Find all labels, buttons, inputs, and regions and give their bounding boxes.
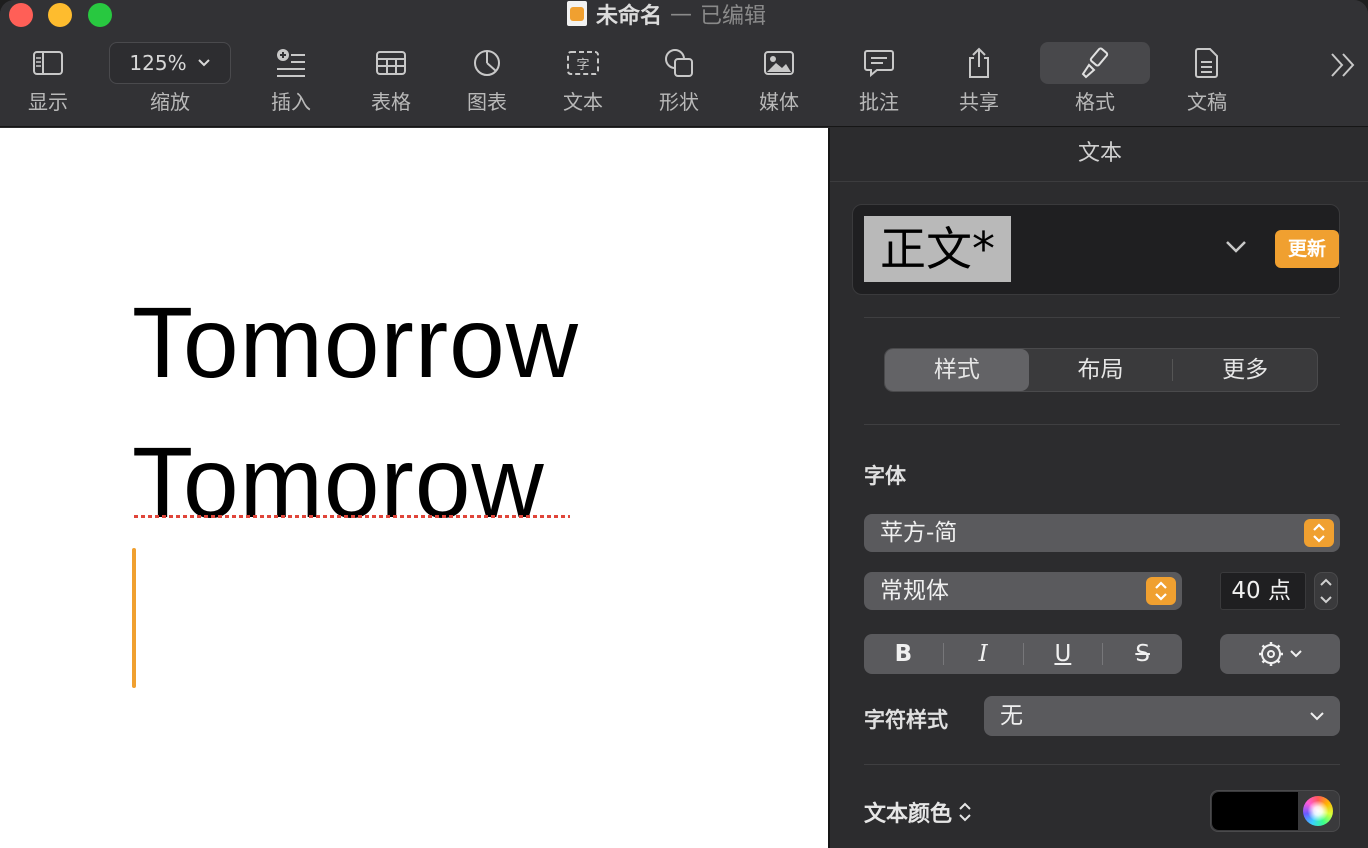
zoom-popup[interactable]: 125% bbox=[109, 42, 231, 84]
toolbar: 未命名 — 已编辑 显示 125% 缩放 插入 表格 图表 字 文本 形状 媒体… bbox=[0, 0, 1368, 127]
shape-label: 形状 bbox=[659, 90, 699, 114]
edited-status: 已编辑 bbox=[700, 4, 767, 29]
chevron-down-icon bbox=[1310, 712, 1324, 721]
chart-label: 图表 bbox=[467, 90, 507, 114]
up-down-chevron-icon bbox=[1146, 577, 1176, 605]
comment-button[interactable]: 批注 bbox=[834, 42, 924, 114]
font-family-popup[interactable]: 苹方-简 bbox=[864, 514, 1340, 552]
up-down-chevron-icon bbox=[1304, 519, 1334, 547]
document-icon bbox=[1194, 42, 1220, 84]
media-label: 媒体 bbox=[759, 90, 799, 114]
document-label: 文稿 bbox=[1187, 90, 1227, 114]
font-section-label: 字体 bbox=[864, 464, 906, 488]
paragraph-style-name: 正文* bbox=[864, 216, 1011, 282]
shape-button[interactable]: 形状 bbox=[634, 42, 724, 114]
divider bbox=[864, 764, 1340, 765]
document-canvas[interactable]: Tomorrow Tomorow bbox=[0, 128, 828, 848]
character-style-popup[interactable]: 无 bbox=[984, 696, 1340, 736]
font-size-field[interactable]: 40 点 bbox=[1220, 572, 1306, 610]
share-label: 共享 bbox=[959, 90, 999, 114]
format-button[interactable]: 格式 bbox=[1040, 42, 1150, 114]
advanced-options-button[interactable] bbox=[1220, 634, 1340, 674]
share-button[interactable]: 共享 bbox=[934, 42, 1024, 114]
shape-icon bbox=[663, 42, 695, 84]
sidebar-icon bbox=[32, 42, 64, 84]
chevron-down-icon bbox=[1290, 650, 1302, 658]
character-style-value: 无 bbox=[1000, 703, 1023, 729]
pages-document-icon bbox=[566, 1, 588, 27]
share-icon bbox=[965, 42, 993, 84]
comment-icon bbox=[863, 42, 895, 84]
insert-label: 插入 bbox=[271, 90, 311, 114]
font-weight-popup[interactable]: 常规体 bbox=[864, 572, 1182, 610]
photo-icon bbox=[763, 42, 795, 84]
paragraph-style-selector[interactable]: 正文* 更新 bbox=[852, 204, 1340, 295]
divider bbox=[864, 317, 1340, 318]
double-chevron-right-icon bbox=[1331, 53, 1355, 77]
svg-text:字: 字 bbox=[576, 58, 589, 73]
text-color-well[interactable] bbox=[1210, 790, 1340, 832]
document-button[interactable]: 文稿 bbox=[1162, 42, 1252, 114]
chart-button[interactable]: 图表 bbox=[442, 42, 532, 114]
body-text-line-2[interactable]: Tomorow bbox=[132, 433, 545, 533]
zoom-window-button[interactable] bbox=[88, 3, 112, 27]
close-window-button[interactable] bbox=[9, 3, 33, 27]
insert-list-icon bbox=[275, 42, 307, 84]
zoom-label: 缩放 bbox=[150, 90, 190, 114]
title-separator: — bbox=[670, 1, 693, 27]
text-label: 文本 bbox=[563, 90, 603, 114]
format-label: 格式 bbox=[1075, 90, 1115, 114]
bold-button[interactable]: B bbox=[864, 641, 943, 667]
text-insertion-cursor bbox=[132, 548, 136, 688]
toolbar-overflow-button[interactable] bbox=[1326, 48, 1360, 82]
text-box-button[interactable]: 字 文本 bbox=[538, 42, 628, 114]
tab-style[interactable]: 样式 bbox=[885, 349, 1029, 391]
divider bbox=[864, 424, 1340, 425]
minimize-window-button[interactable] bbox=[48, 3, 72, 27]
comment-label: 批注 bbox=[859, 90, 899, 114]
table-label: 表格 bbox=[371, 90, 411, 114]
tab-layout[interactable]: 布局 bbox=[1029, 349, 1173, 391]
color-wheel-icon[interactable] bbox=[1303, 796, 1333, 826]
font-style-buttons: B I U S bbox=[864, 634, 1182, 674]
chevron-down-icon bbox=[197, 59, 210, 67]
character-style-label: 字符样式 bbox=[864, 708, 948, 732]
zoom-value: 125% bbox=[129, 51, 187, 75]
spelling-error-underline bbox=[134, 515, 570, 518]
inspector-title: 文本 bbox=[830, 128, 1368, 182]
zoom-control[interactable]: 125% 缩放 bbox=[108, 42, 232, 114]
media-button[interactable]: 媒体 bbox=[734, 42, 824, 114]
tab-more[interactable]: 更多 bbox=[1173, 349, 1317, 391]
text-color-label[interactable]: 文本颜色 bbox=[864, 796, 972, 828]
up-down-chevron-icon bbox=[959, 802, 971, 822]
document-name: 未命名 bbox=[596, 4, 663, 29]
app-window: 未命名 — 已编辑 显示 125% 缩放 插入 表格 图表 字 文本 形状 媒体… bbox=[0, 0, 1368, 848]
italic-button[interactable]: I bbox=[944, 641, 1023, 667]
font-weight-value: 常规体 bbox=[880, 578, 949, 604]
paintbrush-icon bbox=[1080, 42, 1110, 84]
font-family-value: 苹方-简 bbox=[880, 520, 958, 546]
table-icon bbox=[375, 42, 407, 84]
inspector-tabs: 样式 布局 更多 bbox=[884, 348, 1318, 392]
insert-button[interactable]: 插入 bbox=[246, 42, 336, 114]
window-title: 未命名 — 已编辑 bbox=[566, 0, 767, 29]
view-label: 显示 bbox=[28, 90, 68, 114]
text-color-swatch[interactable] bbox=[1212, 792, 1298, 830]
chevron-down-icon[interactable] bbox=[1223, 233, 1249, 259]
strikethrough-button[interactable]: S bbox=[1103, 641, 1182, 667]
update-style-button[interactable]: 更新 bbox=[1275, 230, 1339, 268]
gear-icon bbox=[1259, 642, 1283, 666]
format-inspector: 文本 正文* 更新 样式 布局 更多 字体 苹方-简 常规体 40 点 B I … bbox=[828, 128, 1368, 848]
up-down-chevron-icon bbox=[1320, 578, 1332, 604]
pie-chart-icon bbox=[472, 42, 502, 84]
underline-button[interactable]: U bbox=[1024, 641, 1103, 667]
font-size-stepper[interactable] bbox=[1314, 572, 1338, 610]
text-color-label-text: 文本颜色 bbox=[864, 802, 953, 827]
view-button[interactable]: 显示 bbox=[3, 42, 93, 114]
table-button[interactable]: 表格 bbox=[346, 42, 436, 114]
text-box-icon: 字 bbox=[566, 42, 600, 84]
body-text-line-1[interactable]: Tomorrow bbox=[132, 293, 579, 393]
